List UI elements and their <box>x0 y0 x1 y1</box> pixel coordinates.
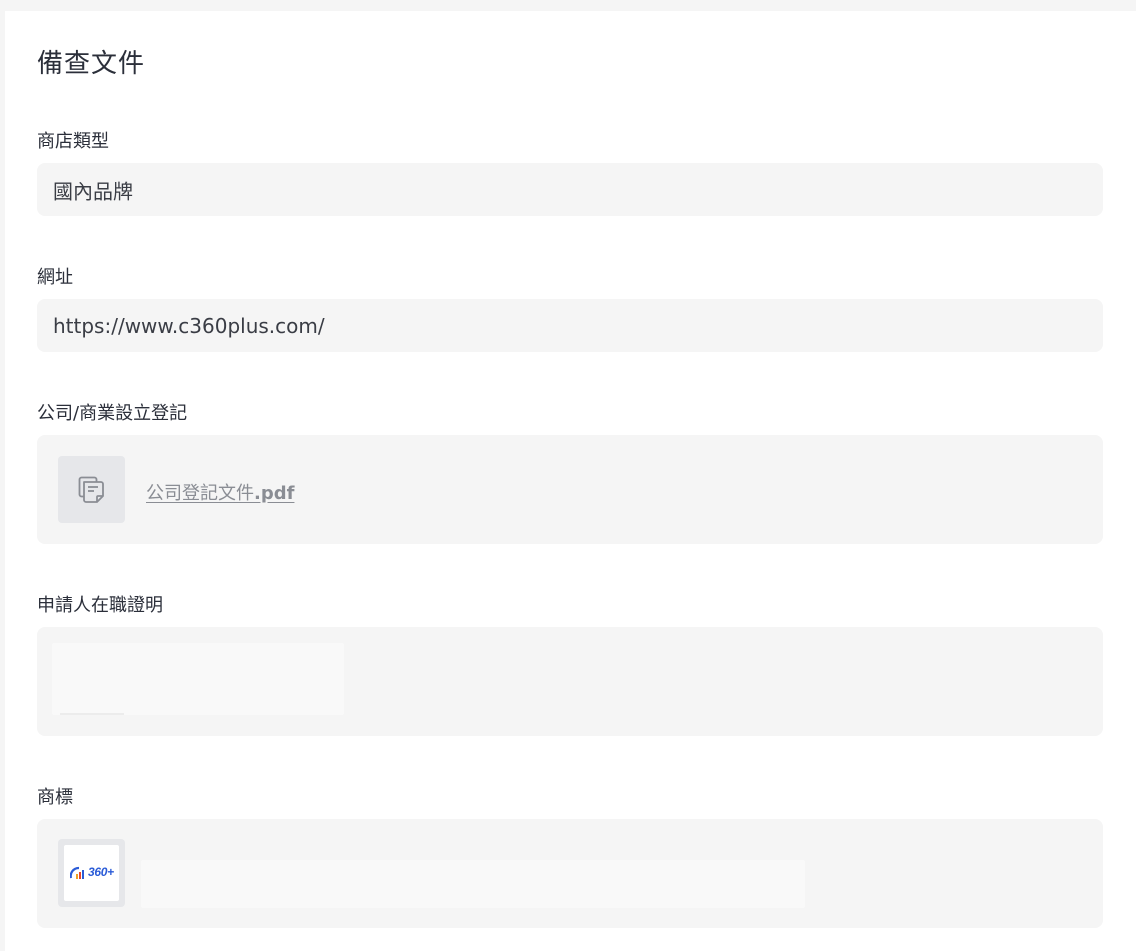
website-field: https://www.c360plus.com/ <box>37 299 1103 352</box>
employment-proof-label: 申請人在職證明 <box>37 595 163 616</box>
employment-proof-preview[interactable] <box>52 643 344 715</box>
file-name: 公司登記文件 <box>146 483 254 504</box>
store-type-field: 國內品牌 <box>37 163 1103 216</box>
website-value: https://www.c360plus.com/ <box>53 313 325 338</box>
company-registration-file-link[interactable]: 公司登記文件.pdf <box>146 479 294 505</box>
file-extension: .pdf <box>254 483 295 504</box>
company-registration-field: 公司登記文件.pdf <box>37 435 1103 544</box>
file-thumbnail[interactable] <box>58 456 125 523</box>
store-type-label: 商店類型 <box>37 131 109 152</box>
store-type-value: 國內品牌 <box>53 179 133 203</box>
company-registration-label: 公司/商業設立登記 <box>37 403 188 424</box>
website-label: 網址 <box>37 267 73 288</box>
filing-documents-card: 備查文件 商店類型 國內品牌 網址 https://www.c360plus.c… <box>5 11 1136 951</box>
preview-progress-line <box>60 713 124 715</box>
trademark-logo-thumbnail[interactable]: 360+ <box>58 839 125 907</box>
document-icon <box>78 476 104 503</box>
trademark-logo-text: 360+ <box>88 865 114 879</box>
trademark-logo: 360+ <box>64 845 119 901</box>
page-title: 備查文件 <box>37 49 146 79</box>
trademark-label: 商標 <box>37 787 73 808</box>
trademark-placeholder <box>141 860 805 908</box>
employment-proof-field <box>37 627 1103 736</box>
trademark-field: 360+ <box>37 819 1103 928</box>
bar-chart-logo-icon <box>70 866 84 879</box>
